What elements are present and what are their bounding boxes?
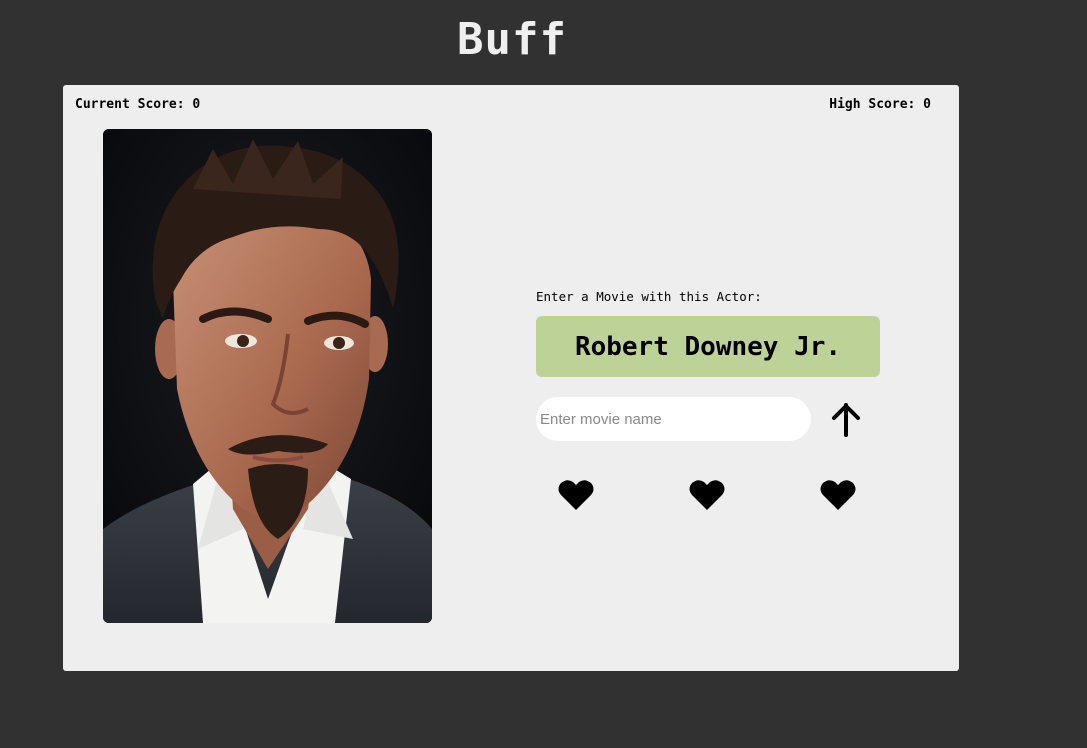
high-score: High Score: 0 xyxy=(829,97,931,112)
movie-name-input[interactable] xyxy=(536,397,811,441)
prompt-label: Enter a Movie with this Actor: xyxy=(536,289,762,304)
heart-icon xyxy=(558,480,594,510)
lives-indicator xyxy=(558,479,858,513)
app-title: Buff xyxy=(457,14,567,65)
arrow-up-icon xyxy=(832,403,860,437)
heart-icon xyxy=(820,480,856,510)
actor-name: Robert Downey Jr. xyxy=(574,331,842,362)
game-card: Current Score: 0 High Score: 0 Enter a M… xyxy=(63,85,959,671)
heart-icon xyxy=(689,480,725,510)
current-score: Current Score: 0 xyxy=(75,97,201,112)
actor-name-card: Robert Downey Jr. xyxy=(536,316,880,377)
submit-button[interactable] xyxy=(826,401,866,439)
actor-photo xyxy=(103,129,432,623)
